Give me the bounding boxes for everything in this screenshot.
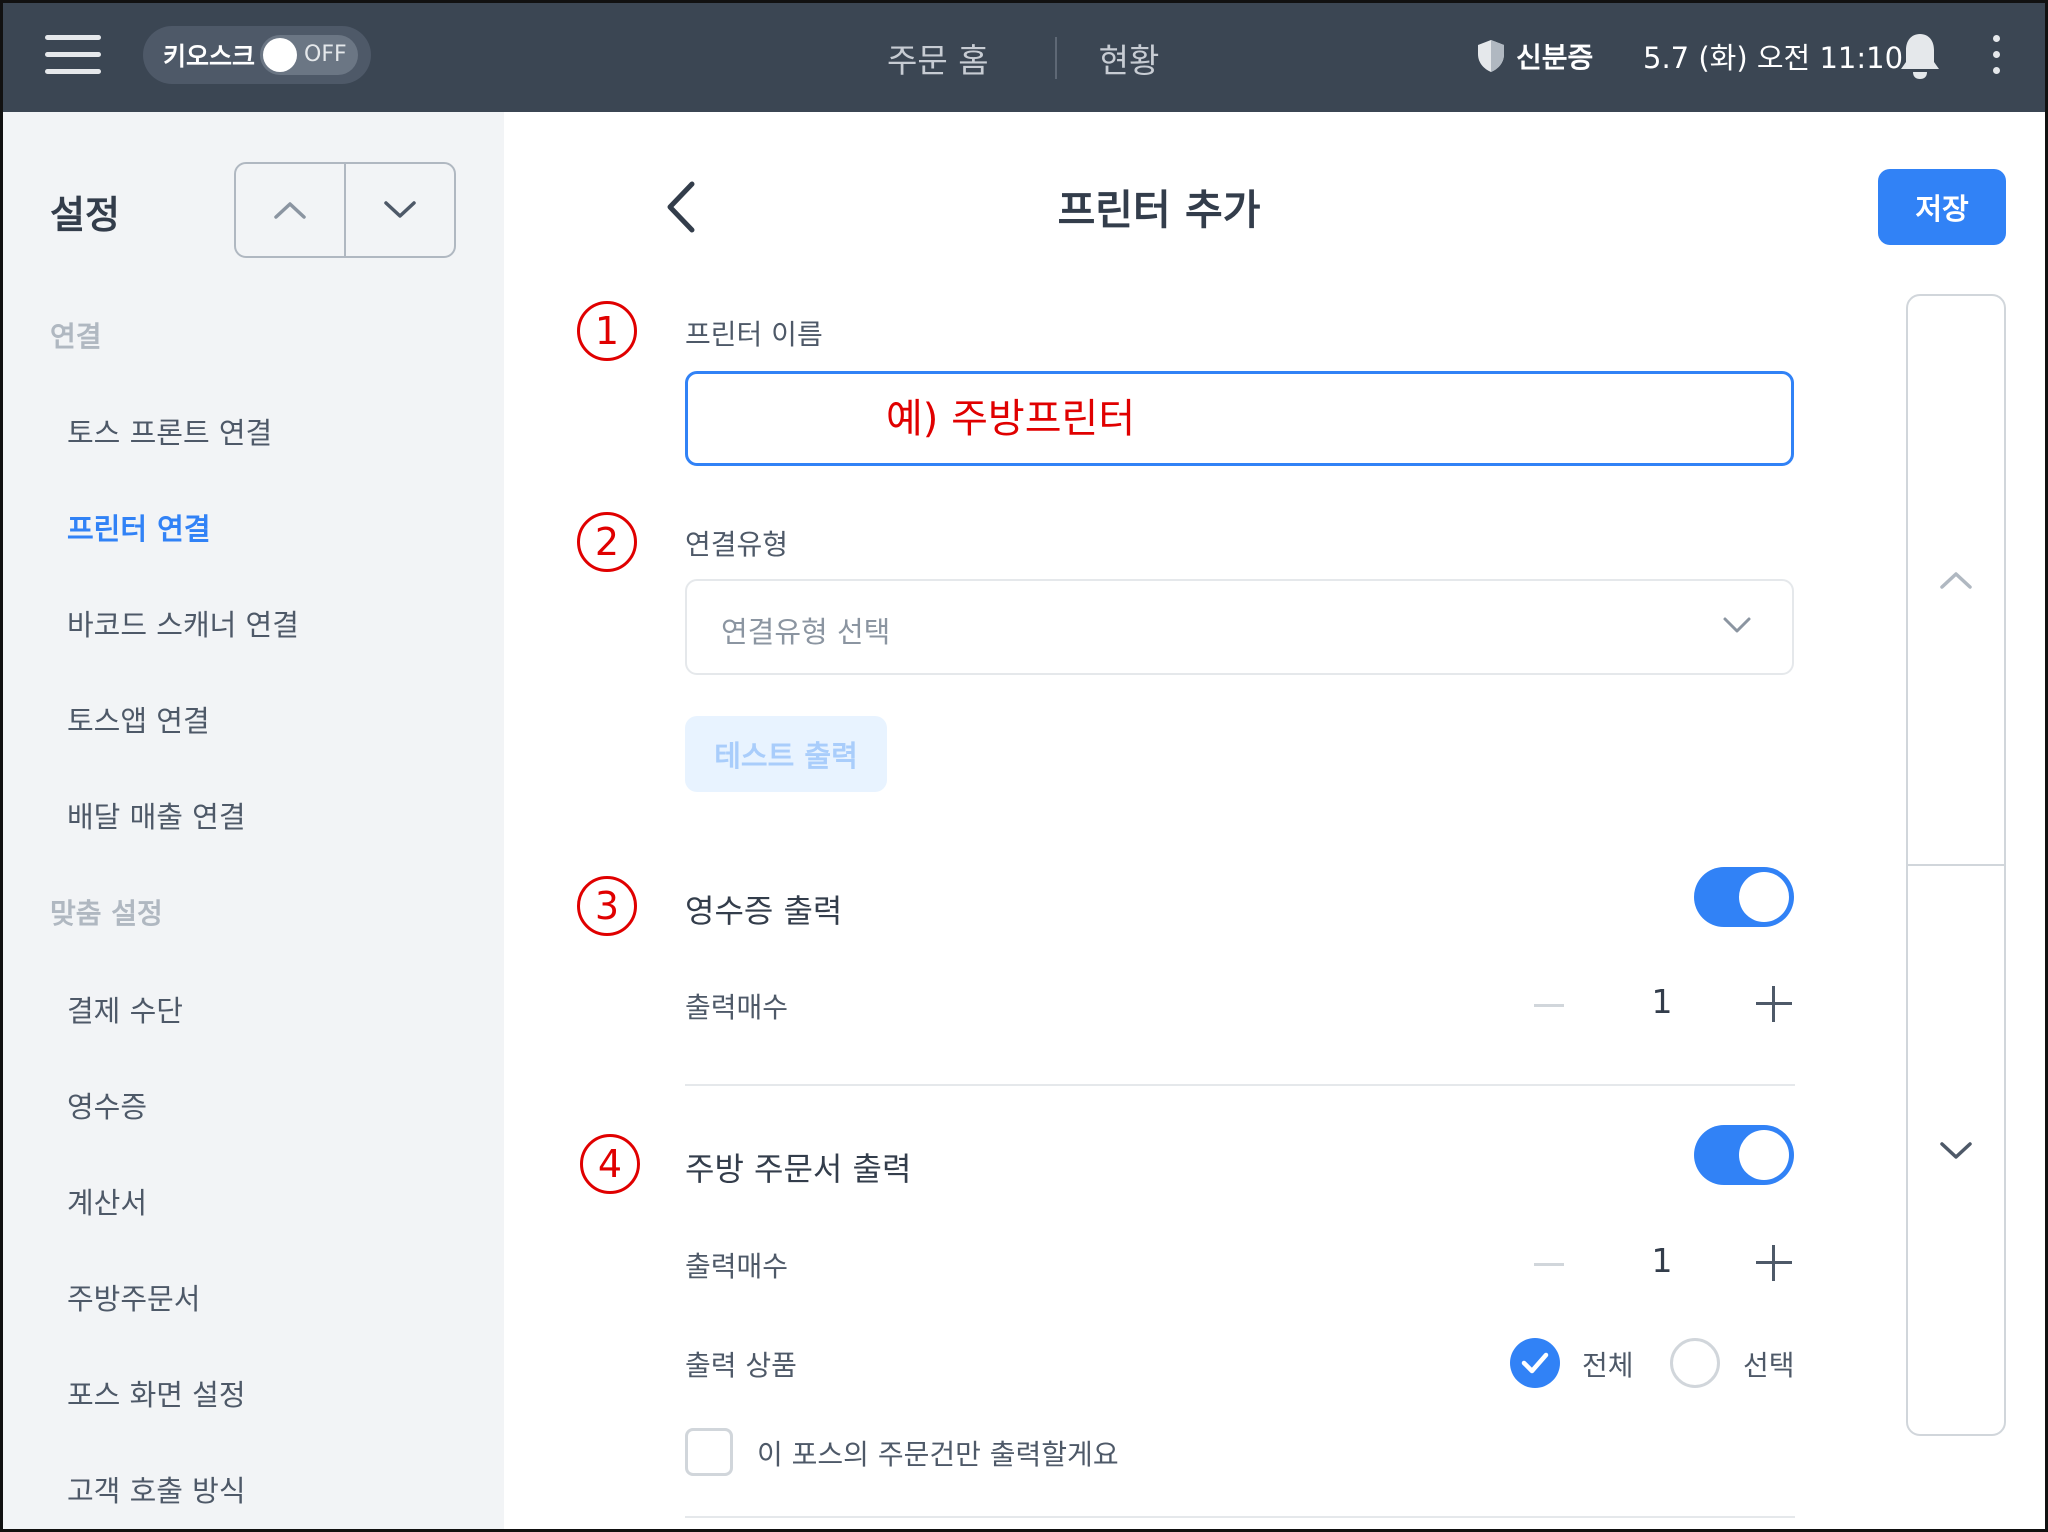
nav-status[interactable]: 현황 [1099,34,1160,82]
sidebar-item-printer[interactable]: 프린터 연결 [67,506,211,548]
receipt-print-title: 영수증 출력 [685,892,843,930]
scroll-down-button[interactable] [1908,866,2004,1436]
back-icon[interactable] [664,180,698,234]
check-icon [1521,1352,1549,1374]
chevron-down-icon [1940,1142,1972,1159]
page-title: 프린터 추가 [1057,186,1261,234]
radio-all-label: 전체 [1582,1349,1634,1382]
app-window: 키오스크 OFF 주문 홈 현황 신분증 5.7 (화) 오전 11:10 설정… [0,0,2048,1532]
sidebar-item-pos-screen[interactable]: 포스 화면 설정 [67,1372,246,1414]
kitchen-print-title: 주방 주문서 출력 [685,1150,912,1188]
sidebar-nav-arrows [234,162,456,258]
sidebar-item-customer-call[interactable]: 고객 호출 방식 [67,1468,246,1510]
divider [685,1516,1795,1518]
receipt-copies-label: 출력매수 [685,991,789,1024]
kiosk-label: 키오스크 [163,42,256,71]
kitchen-copies-stepper: 1 [1532,1233,1794,1293]
annotation-1: 1 [577,301,637,361]
toggle-knob [1739,1130,1789,1180]
nav-divider [1054,36,1057,79]
sidebar-item-receipt[interactable]: 영수증 [67,1084,147,1126]
sidebar-item-toss-app[interactable]: 토스앱 연결 [67,698,210,740]
id-card-label: 신분증 [1516,41,1594,74]
connection-type-select[interactable]: 연결유형 선택 [685,579,1794,675]
kitchen-copies-value: 1 [1651,1241,1673,1280]
only-this-pos-checkbox[interactable] [685,1428,733,1476]
main-panel: 프린터 추가 저장 1 프린터 이름 2 연결유형 연결유형 선택 테스트 출력… [504,112,2045,1529]
receipt-copies-value: 1 [1651,982,1673,1021]
sidebar-item-kitchen-order[interactable]: 주방주문서 [67,1276,200,1318]
minus-icon[interactable] [1532,988,1566,1022]
divider [685,1084,1795,1086]
sidebar-section-connection: 연결 [50,320,102,353]
more-icon[interactable] [1988,33,2004,77]
connection-type-label: 연결유형 [685,528,789,561]
nav-order-home[interactable]: 주문 홈 [863,34,989,82]
chevron-up-icon [274,202,306,219]
sidebar-item-invoice[interactable]: 계산서 [67,1180,147,1222]
scroll-control [1906,294,2006,1436]
only-this-pos-label: 이 포스의 주문건만 출력할게요 [757,1438,1119,1471]
id-card-button[interactable]: 신분증 [1476,29,1593,83]
plus-icon[interactable] [1756,986,1792,1022]
datetime: 5.7 (화) 오전 11:10 [1643,41,1904,75]
sidebar-down-button[interactable] [346,164,454,256]
save-button[interactable]: 저장 [1878,169,2006,245]
chevron-up-icon [1940,572,1972,589]
toggle-knob [1739,872,1789,922]
radio-all[interactable] [1510,1338,1560,1388]
minus-icon[interactable] [1532,1247,1566,1281]
chevron-down-icon [1723,617,1751,633]
sidebar-item-delivery-sales[interactable]: 배달 매출 연결 [67,794,246,836]
kiosk-toggle-knob [263,38,297,72]
annotation-4: 4 [580,1134,640,1194]
sidebar: 설정 연결 토스 프론트 연결 프린터 연결 바코드 스캐너 연결 토스앱 연결… [3,112,504,1529]
top-nav: 주문 홈 현황 [863,3,1159,112]
print-products-label: 출력 상품 [685,1349,797,1382]
kitchen-print-toggle[interactable] [1694,1125,1794,1185]
menu-icon[interactable] [45,35,101,75]
kiosk-switch-group: 키오스크 OFF [143,26,371,84]
printer-name-label: 프린터 이름 [685,318,823,351]
shield-icon [1478,40,1504,72]
sidebar-item-barcode-scanner[interactable]: 바코드 스캐너 연결 [67,602,299,644]
connection-type-value: 연결유형 선택 [721,615,891,649]
annotation-2: 2 [577,512,637,572]
kitchen-copies-label: 출력매수 [685,1250,789,1283]
sidebar-section-custom: 맞춤 설정 [50,897,163,930]
sidebar-item-toss-front[interactable]: 토스 프론트 연결 [67,410,272,452]
annotation-3: 3 [577,876,637,936]
scroll-up-button[interactable] [1908,296,2004,866]
top-bar: 키오스크 OFF 주문 홈 현황 신분증 5.7 (화) 오전 11:10 [3,3,2045,112]
kiosk-toggle[interactable]: OFF [260,35,358,75]
radio-select-label: 선택 [1743,1349,1795,1382]
chevron-down-icon [384,201,416,218]
sidebar-up-button[interactable] [236,164,346,256]
test-print-button: 테스트 출력 [685,716,887,792]
radio-select[interactable] [1670,1338,1720,1388]
bell-icon[interactable] [1898,31,1942,81]
sidebar-title: 설정 [50,193,120,237]
plus-icon[interactable] [1756,1245,1792,1281]
kiosk-toggle-state: OFF [304,42,347,67]
receipt-print-toggle[interactable] [1694,867,1794,927]
printer-name-input[interactable] [685,371,1794,466]
receipt-copies-stepper: 1 [1532,974,1794,1034]
sidebar-item-payment-method[interactable]: 결제 수단 [67,988,183,1030]
